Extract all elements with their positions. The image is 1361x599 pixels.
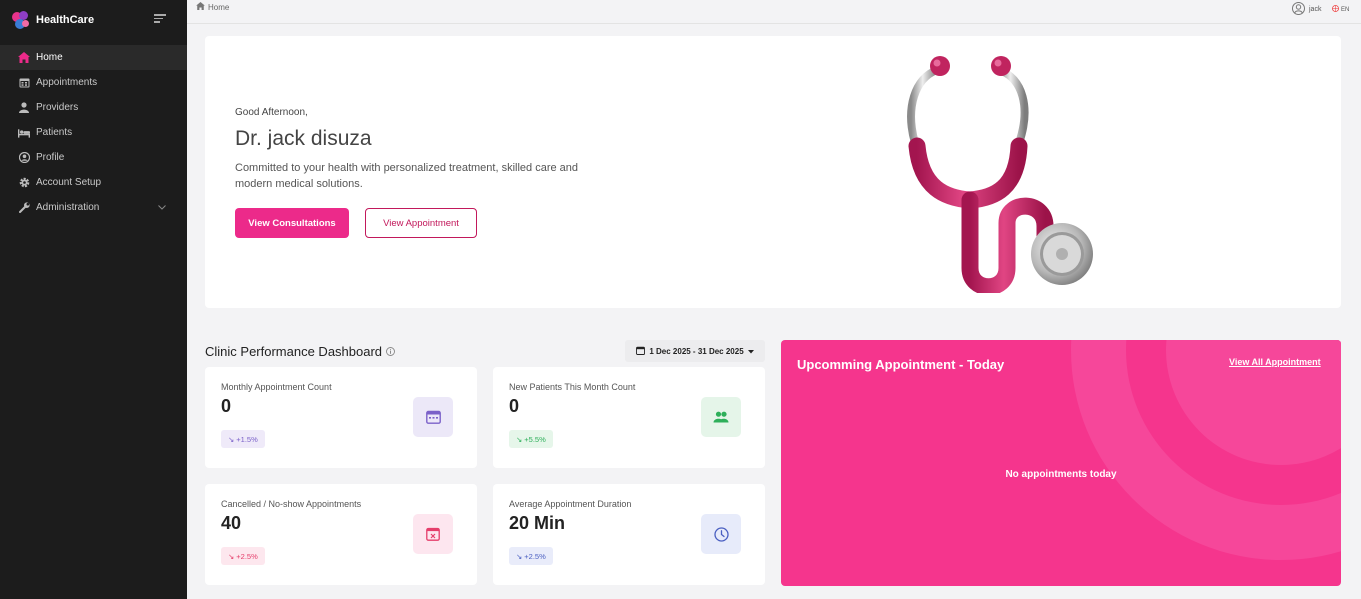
stat-change-badge: ↘ +5.5%: [509, 430, 553, 448]
stat-label: New Patients This Month Count: [509, 382, 636, 392]
wrench-icon: [18, 202, 30, 214]
trend-arrow-icon: ↘: [516, 434, 523, 444]
sidebar-item-label: Account Setup: [36, 177, 102, 188]
sidebar-item-appointments[interactable]: Appointments: [0, 70, 187, 95]
sidebar-item-label: Home: [36, 52, 63, 63]
greeting-text: Good Afternoon,: [235, 107, 308, 118]
sidebar-item-home[interactable]: Home: [0, 45, 187, 70]
stat-change-value: +1.5%: [236, 434, 258, 444]
breadcrumb-home[interactable]: Home: [208, 3, 229, 12]
bed-icon: [18, 127, 30, 139]
calendar-icon: [636, 346, 646, 357]
stat-card-cancelled-noshow[interactable]: Cancelled / No-show Appointments 40 ↘ +2…: [205, 484, 477, 585]
stat-value: 0: [221, 396, 232, 416]
trend-arrow-icon: ↘: [516, 551, 523, 561]
stat-card-new-patients[interactable]: New Patients This Month Count 0 ↘ +5.5%: [493, 367, 765, 468]
sidebar-item-label: Administration: [36, 202, 100, 213]
calendar-x-icon: [413, 514, 453, 554]
view-appointment-button[interactable]: View Appointment: [365, 208, 477, 238]
view-all-appointment-link[interactable]: View All Appointment: [1229, 357, 1321, 367]
sidebar-item-providers[interactable]: Providers: [0, 95, 187, 120]
sidebar: HealthCare Home Appointments Providers P…: [0, 0, 187, 599]
language-selector[interactable]: EN: [1332, 5, 1349, 14]
sidebar-item-account-setup[interactable]: Account Setup: [0, 170, 187, 195]
stat-value: 20 Min: [509, 513, 566, 533]
healthcare-logo-icon: [12, 11, 30, 29]
stat-label: Average Appointment Duration: [509, 499, 632, 509]
stat-change-badge: ↘ +1.5%: [221, 430, 265, 448]
stat-change-value: +2.5%: [524, 551, 546, 561]
clock-icon: [701, 514, 741, 554]
sidebar-collapse-button[interactable]: [154, 14, 166, 24]
dashboard-title-text: Clinic Performance Dashboard: [205, 344, 383, 359]
trend-arrow-icon: ↘: [228, 434, 235, 444]
calendar-icon: [18, 77, 30, 89]
stat-change-badge: ↘ +2.5%: [509, 547, 553, 565]
users-icon: [701, 397, 741, 437]
stat-label: Monthly Appointment Count: [221, 382, 332, 392]
user-circle-icon: [18, 152, 30, 164]
stat-change-value: +2.5%: [236, 551, 258, 561]
sidebar-item-label: Appointments: [36, 77, 98, 88]
sidebar-item-patients[interactable]: Patients: [0, 120, 187, 145]
stat-label: Cancelled / No-show Appointments: [221, 499, 362, 509]
stat-value: 40: [221, 513, 242, 533]
tagline-text: Committed to your health with personaliz…: [235, 162, 579, 190]
view-consultations-button[interactable]: View Consultations: [235, 208, 349, 238]
user-avatar-icon: [1292, 2, 1305, 17]
welcome-banner: Good Afternoon, Dr. jack disuza Committe…: [205, 36, 1341, 308]
date-range-picker[interactable]: 1 Dec 2025 - 31 Dec 2025: [625, 340, 765, 362]
stat-change-value: +5.5%: [524, 434, 546, 444]
breadcrumb[interactable]: Home: [196, 2, 229, 12]
trend-arrow-icon: ↘: [228, 551, 235, 561]
app-name: HealthCare: [36, 14, 95, 26]
dashboard-title: Clinic Performance Dashboard: [205, 344, 395, 359]
chevron-down-icon[interactable]: [158, 202, 166, 213]
doctor-name: Dr. jack disuza: [235, 127, 372, 150]
sidebar-item-profile[interactable]: Profile: [0, 145, 187, 170]
home-icon: [196, 2, 205, 12]
globe-icon: [1332, 5, 1339, 14]
stat-card-monthly-appointments[interactable]: Monthly Appointment Count 0 ↘ +1.5%: [205, 367, 477, 468]
upcoming-appointments-panel: Upcomming Appointment - Today View All A…: [781, 340, 1341, 586]
sidebar-nav: Home Appointments Providers Patients Pro…: [0, 45, 187, 220]
empty-state-text: No appointments today: [1005, 469, 1117, 480]
home-icon: [18, 52, 30, 64]
user-name: jack: [1309, 6, 1322, 13]
sidebar-item-label: Profile: [36, 152, 65, 163]
caret-down-icon: [747, 347, 754, 356]
date-range-text: 1 Dec 2025 - 31 Dec 2025: [649, 346, 744, 356]
info-icon[interactable]: [386, 344, 395, 359]
sidebar-item-label: Patients: [36, 127, 73, 138]
stat-value: 0: [509, 396, 520, 416]
sidebar-item-administration[interactable]: Administration: [0, 195, 187, 220]
stat-change-badge: ↘ +2.5%: [221, 547, 265, 565]
calendar-icon: [413, 397, 453, 437]
gear-icon: [18, 177, 30, 189]
user-icon: [18, 102, 30, 114]
sidebar-item-label: Providers: [36, 102, 79, 113]
stat-card-average-duration[interactable]: Average Appointment Duration 20 Min ↘ +2…: [493, 484, 765, 585]
upcoming-title: Upcomming Appointment - Today: [797, 357, 1005, 372]
stethoscope-illustration: [907, 56, 1093, 293]
top-bar: Home jack EN: [187, 0, 1361, 24]
user-menu[interactable]: jack: [1292, 2, 1321, 17]
language-code: EN: [1341, 6, 1350, 13]
